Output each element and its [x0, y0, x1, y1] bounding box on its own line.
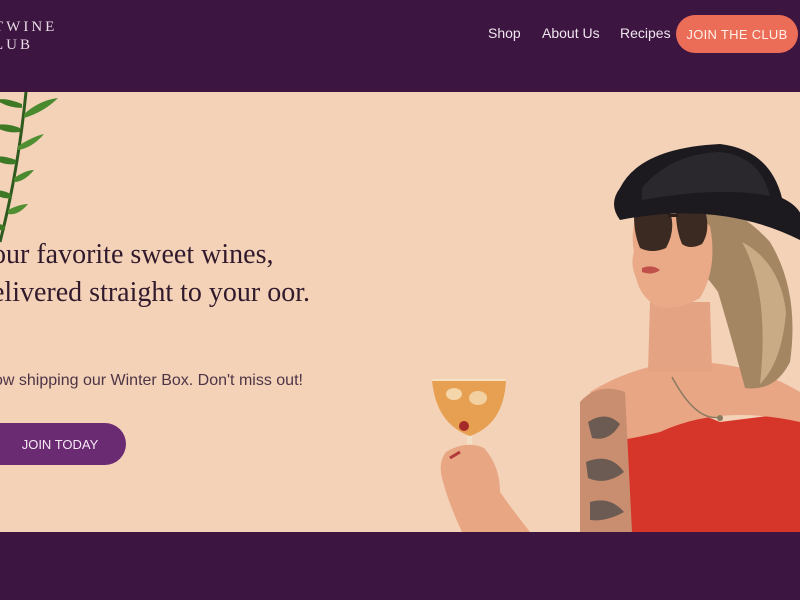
brand-logo[interactable]: TWINE LUB [0, 18, 57, 54]
top-navigation: TWINE LUB Shop About Us Recipes JOIN THE… [0, 0, 800, 92]
woman-holding-cocktail-photo [432, 144, 800, 532]
hero-subtext: ow shipping our Winter Box. Don't miss o… [0, 372, 303, 389]
hero-headline: our favorite sweet wines, elivered strai… [0, 239, 311, 308]
nav-link-shop[interactable]: Shop [488, 25, 521, 41]
brand-logo-line1: TWINE [0, 19, 58, 35]
nav-link-recipes[interactable]: Recipes [620, 25, 671, 41]
join-the-club-button[interactable]: JOIN THE CLUB [676, 15, 798, 53]
palm-leaf-decoration [0, 92, 58, 243]
nav-link-about-us[interactable]: About Us [542, 25, 600, 41]
footer-band [0, 532, 800, 600]
brand-logo-line2: LUB [0, 37, 33, 53]
join-today-button[interactable]: JOIN TODAY [0, 423, 126, 465]
hero-section: our favorite sweet wines, elivered strai… [0, 92, 800, 532]
